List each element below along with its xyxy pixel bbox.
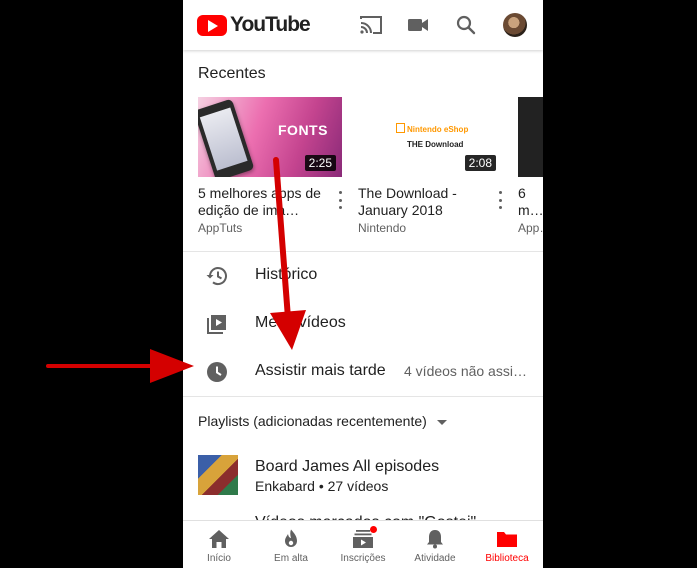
library-item-watch-later[interactable]: Assistir mais tarde 4 vídeos não assi… [183, 348, 543, 396]
thumbnail-text: FONTS [278, 122, 328, 138]
nav-label: Em alta [274, 553, 308, 564]
library-item-label: Histórico [255, 266, 318, 283]
nav-home[interactable]: Início [183, 521, 255, 568]
bottom-navigation: Início Em alta Inscrições Atividade Bibl… [183, 520, 543, 568]
recent-video-card[interactable]: Nintendo eShop THE Download 2:08 The Dow… [358, 97, 502, 235]
my-videos-icon [205, 312, 229, 336]
search-icon[interactable] [453, 13, 479, 37]
nav-label: Atividade [414, 553, 456, 564]
more-options-icon[interactable] [337, 191, 343, 209]
annotation-arrow-right [46, 349, 194, 383]
recent-video-card[interactable]: 6 m… recu… App… [518, 97, 543, 235]
duration-badge: 2:25 [304, 155, 336, 171]
nav-trending[interactable]: Em alta [255, 521, 327, 568]
duration-badge: 2:08 [464, 155, 496, 171]
history-icon [205, 264, 229, 288]
playlist-title: Board James All episodes [255, 458, 440, 475]
nav-label: Biblioteca [485, 553, 529, 564]
recent-section-title: Recentes [198, 65, 266, 82]
thumbnail-text: Nintendo eShop [396, 123, 468, 134]
library-item-label: Assistir mais tarde [255, 362, 386, 379]
home-icon [208, 529, 230, 549]
video-channel: Nintendo [358, 221, 407, 235]
avatar[interactable] [503, 13, 527, 37]
library-item-my-videos[interactable]: Meus vídeos [183, 300, 543, 348]
watch-later-count: 4 vídeos não assi… [404, 363, 527, 379]
chevron-down-icon[interactable] [437, 420, 447, 425]
thumbnail-phone-graphic [198, 98, 255, 177]
nav-activity[interactable]: Atividade [399, 521, 471, 568]
video-title[interactable]: 6 m… recu… [518, 185, 543, 219]
video-title[interactable]: The Download - January 2018 [358, 185, 486, 219]
video-thumbnail[interactable]: Nintendo eShop THE Download 2:08 [358, 97, 502, 177]
brand-text: YouTube [230, 13, 311, 36]
video-thumbnail[interactable]: FONTS 2:25 [198, 97, 342, 177]
clock-icon [205, 360, 229, 384]
recent-video-card[interactable]: FONTS 2:25 5 melhores apps de edição de … [198, 97, 342, 235]
camera-icon[interactable] [405, 13, 431, 37]
flame-icon [280, 529, 302, 549]
playlist-thumbnail [198, 455, 238, 495]
playlist-item[interactable]: Board James All episodes Enkabard • 27 v… [183, 453, 543, 499]
nav-subscriptions[interactable]: Inscrições [327, 521, 399, 568]
nav-library[interactable]: Biblioteca [471, 521, 543, 568]
cast-icon[interactable] [358, 13, 384, 37]
thumbnail-text-secondary: THE Download [407, 140, 464, 149]
video-channel: App… [518, 221, 543, 235]
library-icon [496, 529, 518, 549]
bell-icon [424, 529, 446, 549]
nav-label: Inscrições [340, 553, 386, 564]
top-app-bar: YouTube [183, 0, 543, 50]
video-title[interactable]: 5 melhores apps de edição de ima… [198, 185, 326, 219]
more-options-icon[interactable] [497, 191, 503, 209]
library-item-history[interactable]: Histórico [183, 252, 543, 300]
divider [183, 396, 543, 397]
video-thumbnail[interactable] [518, 97, 543, 177]
youtube-logo[interactable]: YouTube [197, 13, 311, 37]
notification-dot [370, 526, 378, 533]
playlist-subtitle: Enkabard • 27 vídeos [255, 478, 389, 494]
nav-label: Início [207, 553, 231, 564]
playlists-sort-header[interactable]: Playlists (adicionadas recentemente) [198, 413, 427, 429]
youtube-play-icon [197, 14, 227, 36]
library-item-label: Meus vídeos [255, 314, 346, 331]
youtube-app: YouTube Recentes FONTS 2:25 5 melhores a… [183, 0, 543, 568]
screenshot-stage: YouTube Recentes FONTS 2:25 5 melhores a… [0, 0, 697, 568]
video-channel: AppTuts [198, 221, 243, 235]
